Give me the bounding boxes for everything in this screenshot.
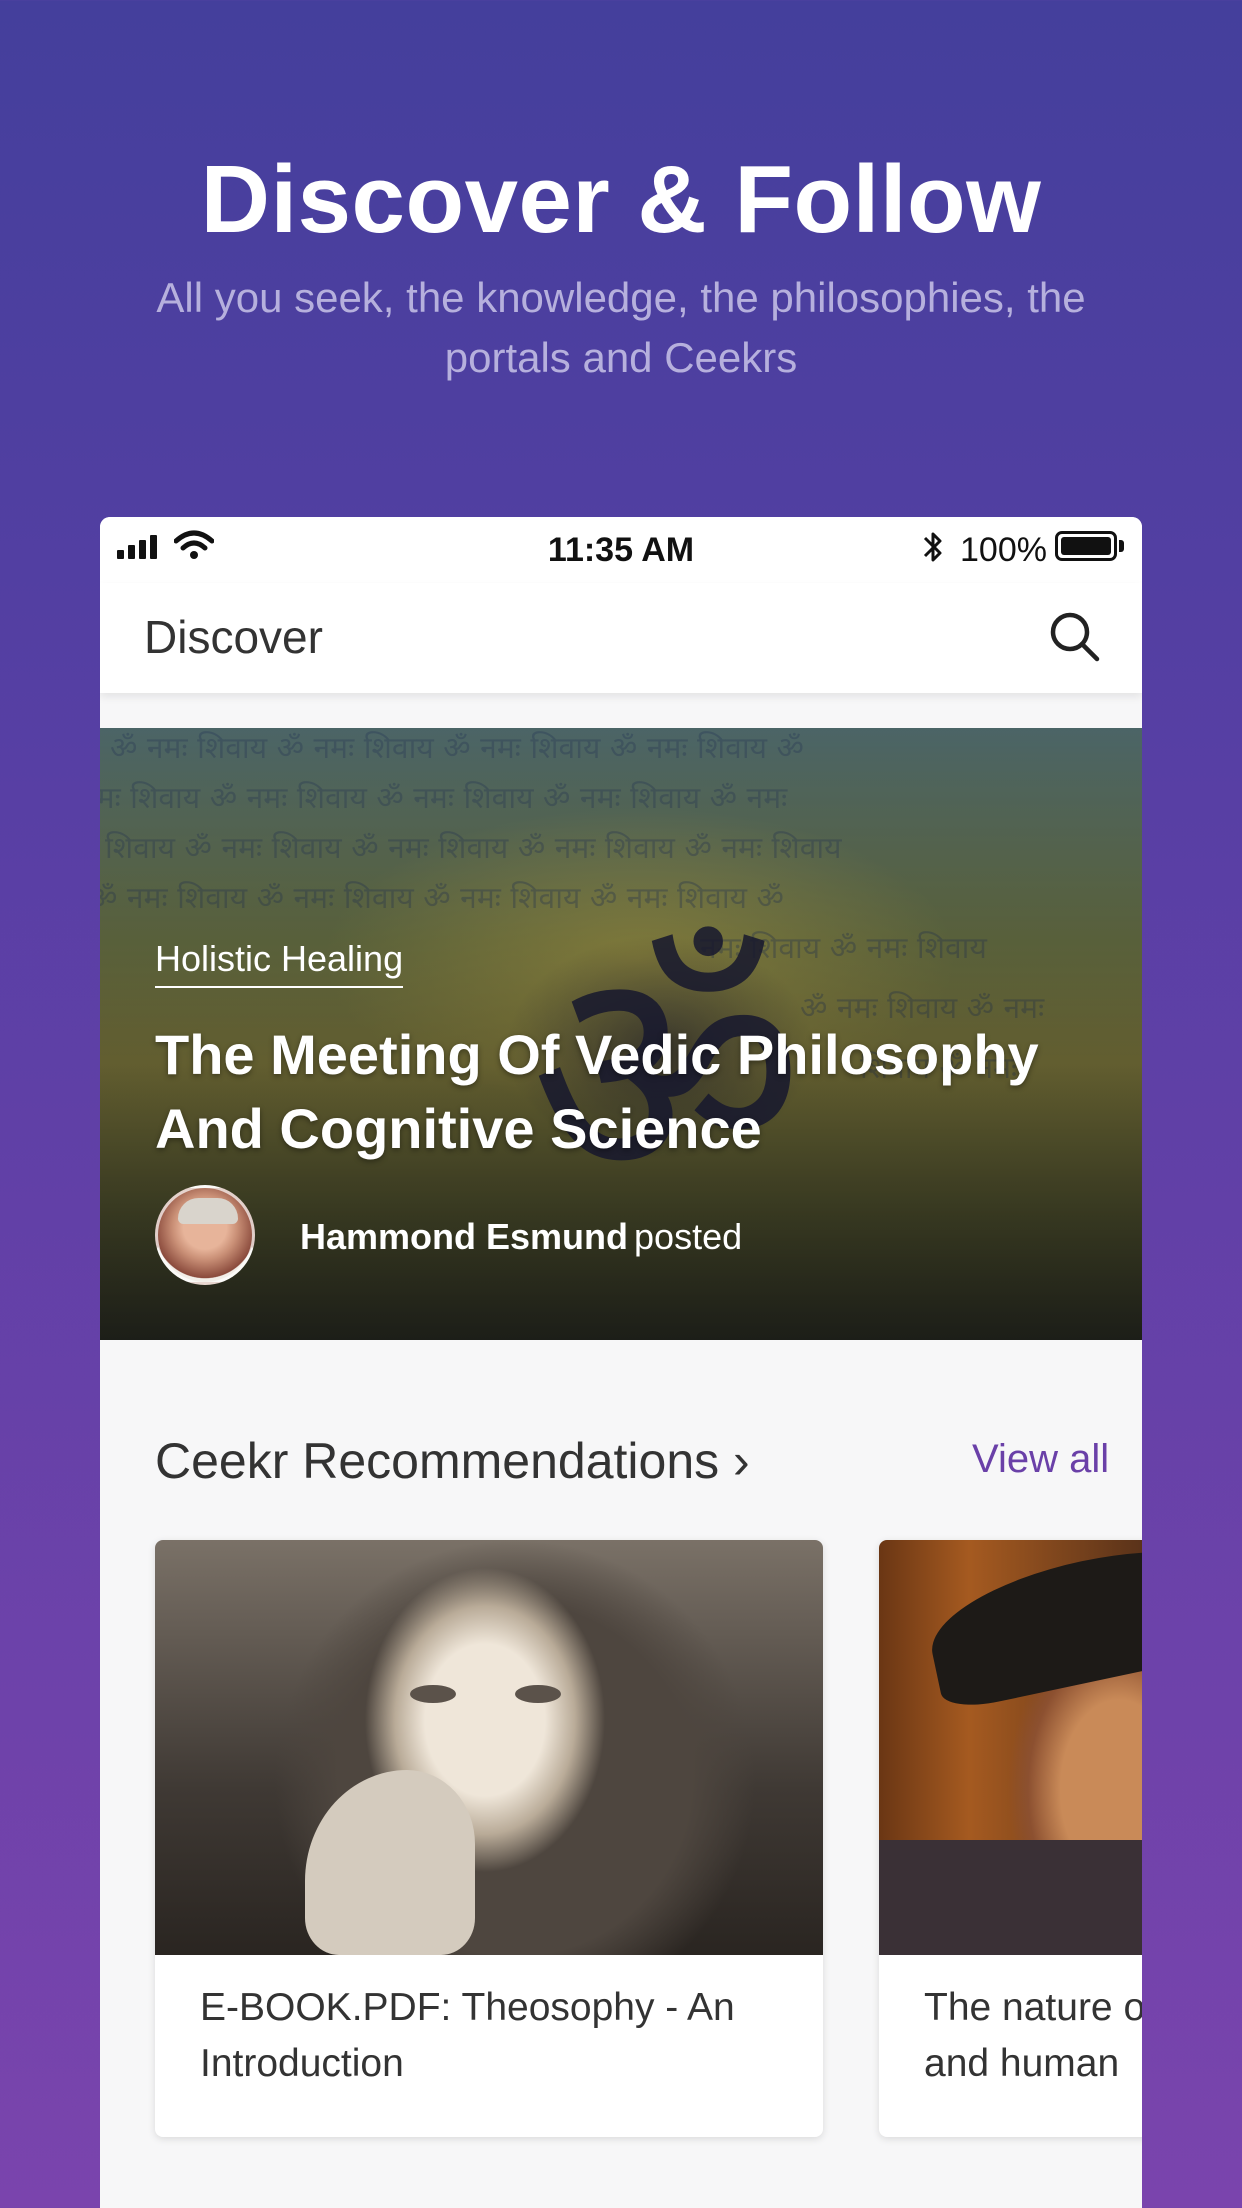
search-icon[interactable] xyxy=(1045,607,1105,667)
featured-post[interactable]: ॐ नमः शिवाय ॐ नमः शिवाय ॐ नमः शिवाय ॐ नम… xyxy=(100,728,1142,1340)
battery-tip xyxy=(1119,540,1124,552)
recommendation-card[interactable]: E-BOOK.PDF: Theosophy - An Introduction xyxy=(155,1540,823,2137)
author-name[interactable]: Hammond Esmund xyxy=(300,1216,628,1257)
status-bar: 11:35 AM 100% xyxy=(100,517,1142,583)
recommendation-card[interactable]: The nature o and human xyxy=(879,1540,1142,2137)
promo-title: Discover & Follow xyxy=(200,146,1042,253)
post-title[interactable]: The Meeting Of Vedic Philosophy And Cogn… xyxy=(155,1018,1095,1166)
battery-icon xyxy=(1055,531,1117,561)
post-action-label: posted xyxy=(634,1216,743,1257)
card-title: The nature o and human xyxy=(924,1980,1142,2092)
post-author-line: Hammond Esmund posted xyxy=(300,1216,742,1258)
card-image-portrait xyxy=(879,1540,1142,1955)
view-all-link[interactable]: View all xyxy=(972,1437,1109,1482)
battery-percentage: 100% xyxy=(960,531,1047,569)
card-image-portrait xyxy=(155,1540,823,1955)
bluetooth-icon xyxy=(923,532,942,562)
recommendations-title[interactable]: Ceekr Recommendations › xyxy=(155,1432,750,1490)
phone-screen: 11:35 AM 100% Discover ॐ नमः शिवाय ॐ नमः… xyxy=(100,517,1142,2208)
promo-subtitle: All you seek, the knowledge, the philoso… xyxy=(156,274,1086,381)
card-title-line: and human xyxy=(924,2042,1120,2085)
post-category-link[interactable]: Holistic Healing xyxy=(155,938,404,988)
page-title: Discover xyxy=(144,611,323,663)
card-title: E-BOOK.PDF: Theosophy - An Introduction xyxy=(200,1986,735,2085)
nav-bar: Discover xyxy=(100,583,1142,693)
card-title-line: The nature o xyxy=(924,1986,1142,2029)
author-avatar[interactable] xyxy=(155,1185,255,1285)
